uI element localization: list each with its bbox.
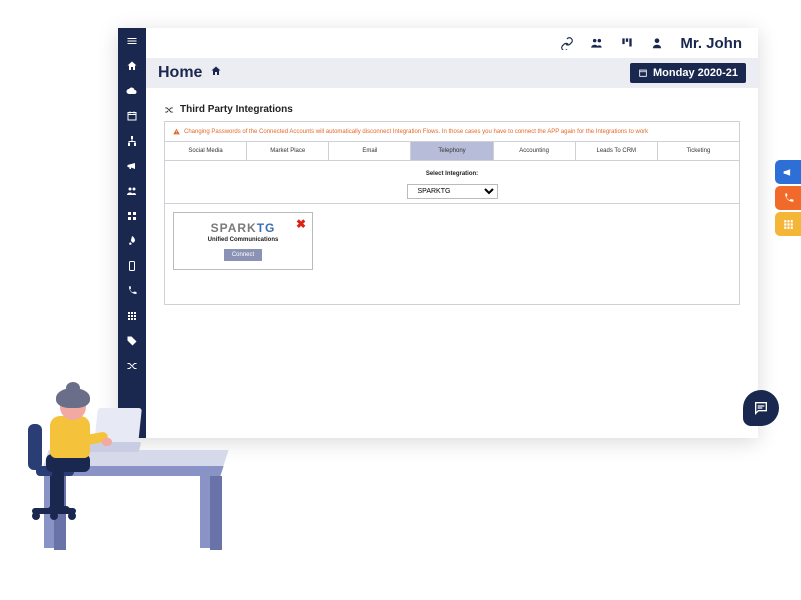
warning-text: Changing Passwords of the Connected Acco… [184,129,648,135]
select-row: Select Integration: SPARKTG [165,161,739,204]
tab-leads-to-crm[interactable]: Leads To CRM [576,142,658,160]
rocket-icon[interactable] [125,234,139,248]
user-name[interactable]: Mr. John [680,35,742,52]
calendar-small-icon [638,68,648,78]
close-icon[interactable]: ✖ [296,217,306,231]
main-area: Mr. John Home Monday 2020-21 Third Party… [146,28,758,438]
chat-icon [753,400,769,416]
card-brand: SPARKTG [182,221,304,235]
phone-icon[interactable] [125,284,139,298]
side-fab-column [775,160,801,236]
user-icon[interactable] [650,36,664,50]
chat-button[interactable] [743,390,779,426]
warning-icon [173,128,180,135]
shuffle-small-icon [164,105,174,115]
apps-icon[interactable] [125,309,139,323]
topbar: Mr. John [146,28,758,58]
grid-icon[interactable] [125,209,139,223]
link-icon[interactable] [560,36,574,50]
breadcrumb-home-icon[interactable] [210,64,222,82]
page-title: Home [158,64,202,82]
home-icon[interactable] [125,59,139,73]
tab-email[interactable]: Email [329,142,411,160]
menu-icon[interactable] [125,34,139,48]
desk-illustration [6,380,226,590]
dashboard-icon[interactable] [620,36,634,50]
cards-area: ✖ SPARKTG Unified Communications Connect [165,204,739,304]
integration-select[interactable]: SPARKTG [407,184,498,199]
mobile-icon[interactable] [125,259,139,273]
connect-button[interactable]: Connect [224,249,262,261]
integrations-panel: Changing Passwords of the Connected Acco… [164,121,740,305]
cloud-icon[interactable] [125,84,139,98]
page-bar: Home Monday 2020-21 [146,58,758,88]
content: Third Party Integrations Changing Passwo… [146,88,758,321]
tab-row: Social Media Market Place Email Telephon… [165,142,739,161]
tab-market-place[interactable]: Market Place [247,142,329,160]
tab-social-media[interactable]: Social Media [165,142,247,160]
warning-banner: Changing Passwords of the Connected Acco… [165,122,739,142]
sidebar [118,28,146,438]
tab-ticketing[interactable]: Ticketing [658,142,739,160]
date-badge[interactable]: Monday 2020-21 [630,63,746,83]
tag-icon[interactable] [125,334,139,348]
tab-telephony[interactable]: Telephony [411,142,493,160]
calendar-icon[interactable] [125,109,139,123]
card-subtitle: Unified Communications [182,237,304,243]
app-window: Mr. John Home Monday 2020-21 Third Party… [118,28,758,438]
tab-accounting[interactable]: Accounting [494,142,576,160]
integration-card: ✖ SPARKTG Unified Communications Connect [173,212,313,270]
shuffle-icon[interactable] [125,359,139,373]
hierarchy-icon[interactable] [125,134,139,148]
fab-grid-icon[interactable] [775,212,801,236]
group-icon[interactable] [590,36,604,50]
megaphone-icon[interactable] [125,159,139,173]
fab-call-icon[interactable] [775,186,801,210]
select-label: Select Integration: [407,171,498,177]
fab-announce-icon[interactable] [775,160,801,184]
date-text: Monday 2020-21 [653,67,738,79]
panel-title: Third Party Integrations [164,104,740,115]
users-icon[interactable] [125,184,139,198]
